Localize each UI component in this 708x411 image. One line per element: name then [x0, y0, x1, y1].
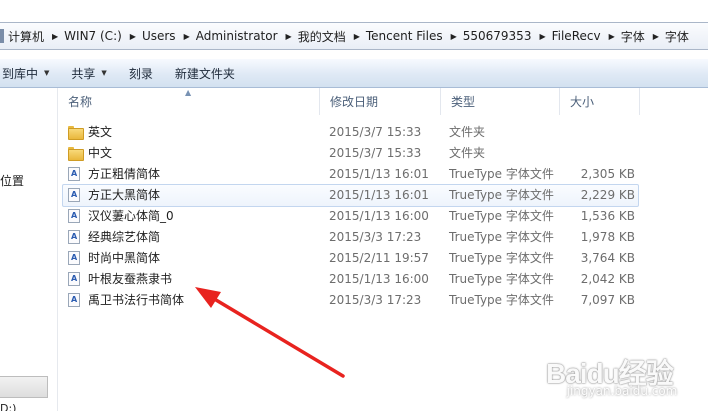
- nav-item-locations[interactable]: 位置: [0, 172, 24, 189]
- breadcrumb-fonts[interactable]: 字体 ▶: [621, 23, 665, 49]
- breadcrumb-tencent-files[interactable]: Tencent Files ▶: [366, 23, 463, 49]
- breadcrumb-filerecv[interactable]: FileRecv ▶: [552, 23, 621, 49]
- breadcrumb-computer[interactable]: 计算机 ▶: [8, 23, 64, 49]
- breadcrumb-qq-number[interactable]: 550679353 ▶: [463, 23, 552, 49]
- list-item[interactable]: 禹卫书法行书简体 2015/3/3 17:23 TrueType 字体文件 7,…: [58, 289, 708, 310]
- dropdown-caret-icon: ▼: [44, 69, 50, 77]
- folder-icon: [68, 125, 84, 140]
- font-file-icon: [68, 208, 80, 223]
- column-header-name[interactable]: 名称: [58, 88, 320, 115]
- font-file-icon: [68, 166, 80, 181]
- breadcrumb-drive[interactable]: WIN7 (C:) ▶: [64, 23, 142, 49]
- font-file-icon: [68, 271, 80, 286]
- list-item[interactable]: 时尚中黑简体 2015/2/11 19:57 TrueType 字体文件 3,7…: [58, 247, 708, 268]
- column-header-date[interactable]: 修改日期: [320, 88, 441, 115]
- list-item[interactable]: 叶根友蚕燕隶书 2015/1/13 16:00 TrueType 字体文件 2,…: [58, 268, 708, 289]
- folder-icon: [68, 146, 84, 161]
- burn-button[interactable]: 刻录: [118, 59, 164, 87]
- chevron-right-icon[interactable]: ▶: [48, 32, 64, 41]
- nav-scrollbar-thumb[interactable]: [0, 376, 48, 398]
- watermark-url: jingyan.baidu.com: [566, 384, 678, 398]
- chevron-right-icon[interactable]: ▶: [447, 32, 463, 41]
- column-header-type[interactable]: 类型: [441, 88, 560, 115]
- list-item[interactable]: 汉仪萋心体简_0 2015/1/13 16:00 TrueType 字体文件 1…: [58, 205, 708, 226]
- breadcrumb-my-documents[interactable]: 我的文档 ▶: [298, 23, 366, 49]
- dropdown-caret-icon: ▼: [101, 69, 107, 77]
- file-list: 英文 2015/3/7 15:33 文件夹 中文 2015/3/7 15:33 …: [58, 121, 708, 310]
- font-file-icon: [68, 292, 80, 307]
- breadcrumb-administrator[interactable]: Administrator ▶: [196, 23, 298, 49]
- chevron-right-icon[interactable]: ▶: [605, 32, 621, 41]
- breadcrumb-users[interactable]: Users ▶: [142, 23, 196, 49]
- command-bar: 到库中 ▼ 共享 ▼ 刻录 新建文件夹: [0, 59, 708, 88]
- column-header-row: ▲ 名称 修改日期 类型 大小: [58, 88, 708, 115]
- new-folder-button[interactable]: 新建文件夹: [164, 59, 246, 87]
- breadcrumb-fonts-current[interactable]: 字体: [665, 23, 693, 49]
- chevron-right-icon[interactable]: ▶: [180, 32, 196, 41]
- chevron-right-icon[interactable]: ▶: [350, 32, 366, 41]
- computer-icon: [0, 29, 4, 43]
- list-item[interactable]: 英文 2015/3/7 15:33 文件夹: [58, 121, 708, 142]
- share-with-button[interactable]: 共享 ▼: [60, 59, 117, 87]
- font-file-icon: [68, 187, 80, 202]
- navigation-pane: 位置 D:): [0, 88, 58, 411]
- font-file-icon: [68, 250, 80, 265]
- include-in-library-button[interactable]: 到库中 ▼: [0, 59, 60, 87]
- address-bar[interactable]: 计算机 ▶ WIN7 (C:) ▶ Users ▶ Administrator ▶ 我的…: [0, 22, 708, 50]
- chevron-right-icon[interactable]: ▶: [649, 32, 665, 41]
- list-item[interactable]: 中文 2015/3/7 15:33 文件夹: [58, 142, 708, 163]
- chevron-right-icon[interactable]: ▶: [535, 32, 551, 41]
- font-file-icon: [68, 229, 80, 244]
- list-item[interactable]: 方正粗倩简体 2015/1/13 16:01 TrueType 字体文件 2,3…: [58, 163, 708, 184]
- chevron-right-icon[interactable]: ▶: [126, 32, 142, 41]
- list-item[interactable]: 经典综艺体简 2015/3/3 17:23 TrueType 字体文件 1,97…: [58, 226, 708, 247]
- nav-item-drive-d[interactable]: D:): [0, 402, 16, 411]
- list-item-hovered[interactable]: 方正大黑简体 2015/1/13 16:01 TrueType 字体文件 2,2…: [58, 184, 708, 207]
- chevron-right-icon[interactable]: ▶: [282, 32, 298, 41]
- column-header-size[interactable]: 大小: [560, 88, 640, 115]
- baidu-watermark: Baidu经验 jingyan.baidu.com: [538, 352, 706, 408]
